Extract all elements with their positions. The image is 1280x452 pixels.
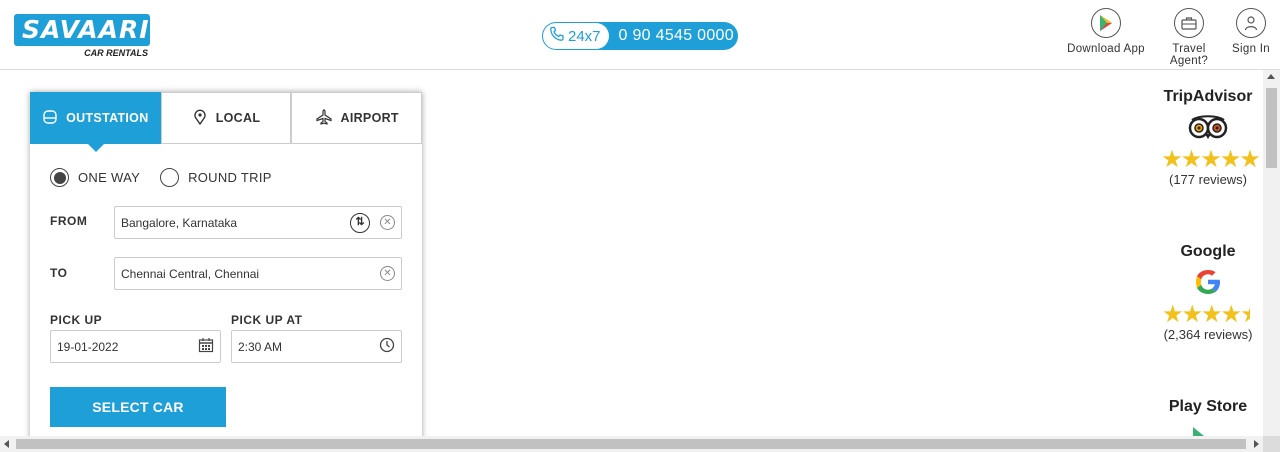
airplane-icon — [315, 108, 333, 128]
phone-icon — [549, 26, 565, 46]
tripadvisor-title: TripAdvisor — [1163, 88, 1253, 105]
phone-tag: 24x7 — [543, 23, 609, 49]
scroll-right-icon[interactable] — [1254, 440, 1259, 448]
tab-outstation[interactable]: OUTSTATION — [30, 92, 161, 152]
download-app-label: Download App — [1067, 43, 1145, 55]
play-store-logo-icon — [1130, 416, 1268, 436]
tab-airport[interactable]: AIRPORT — [291, 92, 423, 144]
vertical-scroll-thumb[interactable] — [1266, 88, 1277, 168]
trip-type-radios: ONE WAY ROUND TRIP — [50, 168, 292, 187]
google-logo-icon — [1148, 261, 1268, 303]
google-reviews: (2,364 reviews) — [1163, 327, 1253, 342]
swap-icon[interactable]: ⇅ — [350, 212, 370, 233]
google-title: Google — [1180, 243, 1236, 260]
to-label: TO — [50, 266, 68, 280]
clock-icon[interactable] — [379, 337, 395, 356]
vertical-scrollbar[interactable] — [1263, 70, 1280, 436]
pickup-date-input[interactable]: 19-01-2022 — [50, 330, 221, 363]
radio-unselected-indicator — [160, 168, 180, 187]
location-pin-icon — [192, 109, 208, 128]
travel-agent-link[interactable]: Travel Agent? — [1152, 8, 1226, 67]
from-label: FROM — [50, 214, 88, 228]
google-stars: ★★★★★ — [1162, 301, 1250, 328]
pickup-time-value: 2:30 AM — [238, 339, 283, 354]
round-trip-radio[interactable]: ROUND TRIP — [160, 168, 272, 187]
from-input[interactable]: Bangalore, Karnataka ⇅ ✕ — [114, 206, 402, 239]
to-input[interactable]: Chennai Central, Chennai ✕ — [114, 257, 402, 290]
tripadvisor-reviews: (177 reviews) — [1168, 172, 1248, 187]
page: SAVAARI CAR RENTALS 24x7 0 90 4545 0000 … — [0, 0, 1280, 452]
top-header: SAVAARI CAR RENTALS 24x7 0 90 4545 0000 … — [0, 0, 1280, 70]
play-store-title: Play Store — [1168, 398, 1248, 415]
pickup-time-label: PICK UP AT — [231, 313, 303, 327]
radio-selected-indicator — [50, 168, 69, 187]
logo-tagline: CAR RENTALS — [84, 48, 148, 58]
booking-widget: OUTSTATION LOCAL AIRPORT ONE WAY ROUND T… — [30, 92, 423, 452]
tab-local[interactable]: LOCAL — [160, 92, 292, 144]
scroll-up-icon[interactable] — [1267, 74, 1275, 79]
round-trip-label: ROUND TRIP — [188, 170, 272, 185]
scroll-left-icon[interactable] — [4, 440, 9, 448]
logo-wordmark: SAVAARI — [14, 14, 150, 46]
play-store-icon — [1091, 8, 1121, 38]
user-icon — [1236, 8, 1266, 38]
pickup-time-input[interactable]: 2:30 AM — [231, 330, 402, 363]
taxi-icon — [42, 109, 58, 128]
scrollbar-corner — [1263, 436, 1280, 452]
sign-in-link[interactable]: Sign In — [1230, 8, 1272, 55]
tab-local-label: LOCAL — [215, 111, 261, 125]
phone-24x7-label: 24x7 — [568, 27, 601, 45]
download-app-link[interactable]: Download App — [1066, 8, 1146, 55]
tab-outstation-label: OUTSTATION — [66, 111, 149, 125]
to-value: Chennai Central, Chennai — [121, 266, 260, 281]
one-way-radio[interactable]: ONE WAY — [50, 168, 140, 187]
pickup-date-label: PICK UP — [50, 313, 103, 327]
phone-number: 0 90 4545 0000 — [618, 27, 734, 44]
pickup-date-value: 19-01-2022 — [57, 339, 119, 354]
briefcase-icon — [1174, 8, 1204, 38]
clear-from-icon[interactable]: ✕ — [380, 215, 395, 230]
phone-contact[interactable]: 24x7 0 90 4545 0000 — [542, 22, 738, 50]
horizontal-scrollbar[interactable] — [0, 436, 1263, 452]
tripadvisor-rating[interactable]: TripAdvisor ★★★★★ (177 reviews) — [1148, 88, 1268, 187]
trip-mode-tabs: OUTSTATION LOCAL AIRPORT — [30, 92, 423, 152]
tripadvisor-owl-icon — [1148, 106, 1268, 148]
horizontal-scroll-thumb[interactable] — [16, 439, 1246, 449]
clear-to-icon[interactable]: ✕ — [380, 266, 395, 281]
select-car-button[interactable]: SELECT CAR — [50, 387, 226, 427]
sign-in-label: Sign In — [1232, 43, 1270, 55]
tab-airport-label: AIRPORT — [340, 111, 399, 125]
from-value: Bangalore, Karnataka — [121, 215, 238, 230]
travel-agent-label: Travel Agent? — [1169, 43, 1209, 67]
one-way-label: ONE WAY — [78, 170, 141, 185]
savaari-logo[interactable]: SAVAARI CAR RENTALS — [14, 14, 150, 60]
play-store-rating[interactable]: Play Store — [1148, 398, 1268, 436]
calendar-icon[interactable] — [198, 337, 214, 356]
tripadvisor-stars: ★★★★★ — [1161, 146, 1261, 173]
google-rating[interactable]: Google ★★★★★ (2,364 reviews) — [1148, 243, 1268, 342]
